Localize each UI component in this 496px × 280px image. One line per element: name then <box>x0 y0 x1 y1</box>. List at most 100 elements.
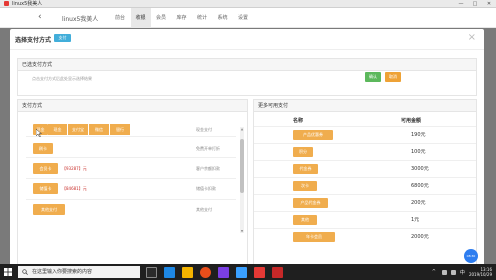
main-nav: 前台 收银 会员 库存 统计 系统 设置 <box>110 8 254 28</box>
scroll-down-arrow-icon[interactable]: ▼ <box>240 229 244 233</box>
row-divider <box>26 199 236 200</box>
taskbar: 在这里输入你要搜索的内容 ^ 中 13:16 2019/10/29 <box>0 264 496 280</box>
col-amount-header: 可用金额 <box>401 118 422 124</box>
app-icon-purple[interactable] <box>218 266 229 278</box>
file-explorer-icon[interactable] <box>182 266 193 278</box>
payment-methods-panel: 支付方式 现金 现金 支付宝 微信 银行 现金支付 刷卡 免费开单打折 会员卡 … <box>17 99 248 271</box>
chosen-payment-title: 已选支付方式 <box>18 59 476 71</box>
more-pay-button[interactable]: 次卡 <box>293 181 317 191</box>
confirm-button[interactable]: 确认 <box>365 72 381 82</box>
windows-start-icon[interactable] <box>3 267 13 277</box>
mouse-pointer-icon <box>36 129 42 137</box>
pay-method-desc: 其他支付 <box>196 207 212 212</box>
chevron-left-icon[interactable]: ‹ <box>38 12 42 22</box>
firefox-icon[interactable] <box>200 266 211 278</box>
pay-sub-bank[interactable]: 银行 <box>110 124 130 135</box>
scrollbar[interactable]: ▲ ▼ <box>240 127 244 233</box>
cancel-button[interactable]: 取消 <box>385 72 401 82</box>
taskbar-clock[interactable]: 13:16 2019/10/29 <box>469 267 492 277</box>
window-controls: — □ ✕ <box>454 1 496 7</box>
table-row: 产品优惠券 190元 <box>254 126 476 143</box>
row-divider <box>26 157 236 158</box>
volume-icon[interactable] <box>450 269 456 275</box>
pay-method-stored-card-button[interactable]: 储值卡 <box>33 183 58 194</box>
more-pay-amount: 100元 <box>411 149 426 155</box>
modal-divider <box>10 49 484 50</box>
table-row: 年卡会员 2000元 <box>254 228 476 245</box>
chevron-up-icon[interactable]: ^ <box>432 269 436 275</box>
network-icon[interactable] <box>441 269 447 275</box>
nav-item-stock[interactable]: 库存 <box>172 8 192 28</box>
more-pay-amount: 3000元 <box>411 166 429 172</box>
more-pay-button[interactable]: 年卡会员 <box>293 232 335 242</box>
nav-item-front[interactable]: 前台 <box>110 8 130 28</box>
window-title-bar: linux5我美人 — □ ✕ <box>0 0 496 8</box>
app-icon <box>4 1 9 6</box>
minimize-button[interactable]: — <box>454 1 468 7</box>
nav-item-stats[interactable]: 统计 <box>192 8 212 28</box>
search-icon <box>22 269 28 275</box>
nav-item-member[interactable]: 会员 <box>151 8 171 28</box>
nav-item-cashier[interactable]: 收银 <box>130 8 151 28</box>
payment-methods-title: 支付方式 <box>18 100 247 112</box>
more-pay-button[interactable]: 产品代金券 <box>293 198 328 208</box>
pay-sub-wechat[interactable]: 微信 <box>89 124 109 135</box>
clock-date: 2019/10/29 <box>468 272 492 277</box>
taskbar-search-box[interactable]: 在这里输入你要搜索的内容 <box>18 266 140 278</box>
nav-item-system[interactable]: 系统 <box>213 8 233 28</box>
more-pay-button[interactable]: 其他 <box>293 215 317 225</box>
pay-method-card-button[interactable]: 刷卡 <box>33 143 53 154</box>
edge-browser-icon[interactable] <box>164 266 175 278</box>
list-item: 会员卡 【93287】元 客户余额扣款 <box>26 163 236 174</box>
window-title: linux5我美人 <box>12 1 43 7</box>
list-item: 刷卡 免费开单打折 <box>26 143 236 154</box>
taskbar-apps <box>146 264 290 280</box>
pay-sub-cash[interactable]: 现金 <box>48 124 67 135</box>
pay-method-other-button[interactable]: 其他支付 <box>33 204 65 215</box>
pay-method-amount: 【93287】元 <box>62 166 87 171</box>
more-pay-button[interactable]: 代金券 <box>293 164 318 174</box>
modal-title: 选择支付方式 <box>15 37 52 44</box>
maximize-button[interactable]: □ <box>468 1 482 7</box>
table-row: 积分 100元 <box>254 143 476 160</box>
app-icon-red[interactable] <box>254 266 265 278</box>
floating-assistant-button[interactable]: 08:30 <box>464 249 478 263</box>
scroll-up-arrow-icon[interactable]: ▲ <box>240 127 244 131</box>
row-divider <box>26 178 236 179</box>
pay-method-amount: 【84681】元 <box>62 186 87 191</box>
store-icon[interactable] <box>236 266 247 278</box>
more-pay-amount: 190元 <box>411 132 426 138</box>
system-tray: ^ 中 13:16 2019/10/29 <box>432 264 492 280</box>
list-item: 现金 现金 支付宝 微信 银行 现金支付 <box>26 124 236 135</box>
table-row: 产品代金券 200元 <box>254 194 476 211</box>
app-header: ‹ linux5我美人 前台 收银 会员 库存 统计 系统 设置 <box>0 8 496 28</box>
task-view-icon[interactable] <box>146 266 157 278</box>
table-row: 代金券 3000元 <box>254 160 476 177</box>
pay-sub-alipay[interactable]: 支付宝 <box>68 124 88 135</box>
close-icon[interactable]: × <box>468 32 476 43</box>
more-pay-button[interactable]: 积分 <box>293 147 313 157</box>
table-row: 其他 1元 <box>254 211 476 228</box>
col-name-header: 名称 <box>293 118 304 124</box>
payment-modal: 选择支付方式 支付 × 已选支付方式 点击支付方式后此处显示选择结果 确认 取消… <box>10 29 484 271</box>
app-icon-red-2[interactable] <box>272 266 283 278</box>
row-divider <box>26 136 236 137</box>
pay-method-desc: 现金支付 <box>196 127 212 132</box>
user-name: linux5我美人 <box>62 16 99 23</box>
more-pay-amount: 200元 <box>411 200 426 206</box>
pay-method-member-card-button[interactable]: 会员卡 <box>33 163 58 174</box>
list-item: 其他支付 其他支付 <box>26 204 236 215</box>
scrollbar-thumb[interactable] <box>240 139 244 193</box>
pay-method-desc: 储值卡扣款 <box>196 186 216 191</box>
nav-item-settings[interactable]: 设置 <box>233 8 253 28</box>
more-pay-button[interactable]: 产品优惠券 <box>293 130 333 140</box>
pay-tag: 支付 <box>54 34 71 42</box>
more-payment-panel: 更多可用支付 名称 可用金额 产品优惠券 190元 积分 100元 代金券 30… <box>253 99 477 271</box>
input-language[interactable]: 中 <box>460 269 465 276</box>
search-placeholder: 在这里输入你要搜索的内容 <box>32 269 93 275</box>
list-item: 储值卡 【84681】元 储值卡扣款 <box>26 183 236 194</box>
more-pay-amount: 6800元 <box>411 183 429 189</box>
more-payment-table-header: 名称 可用金额 <box>254 113 476 126</box>
close-window-button[interactable]: ✕ <box>482 1 496 7</box>
pay-method-desc: 客户余额扣款 <box>196 166 220 171</box>
